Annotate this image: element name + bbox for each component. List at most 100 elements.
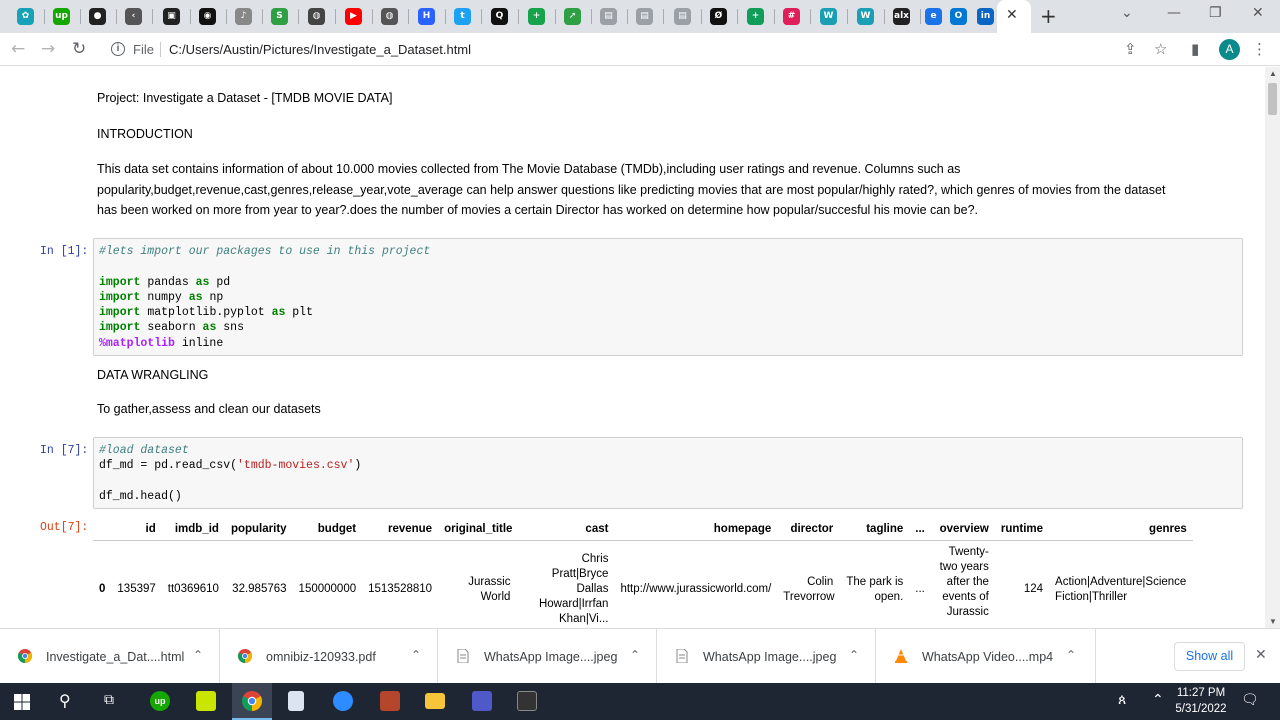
plus-circle-icon[interactable]: + xyxy=(528,8,545,25)
table-header: director xyxy=(777,518,840,541)
clock-time: 11:27 PM xyxy=(1176,687,1226,699)
close-tab-icon[interactable]: ✕ xyxy=(1006,7,1018,23)
intro-heading: INTRODUCTION xyxy=(97,127,193,141)
upwork-taskbar-icon[interactable]: up xyxy=(150,691,170,711)
minimize-icon[interactable]: — xyxy=(1167,5,1181,21)
github-icon[interactable]: ◉ xyxy=(199,8,216,25)
doc-icon[interactable]: ▤ xyxy=(600,8,617,25)
scroll-down-icon[interactable]: ▼ xyxy=(1269,617,1277,626)
scroll-up-icon[interactable]: ▲ xyxy=(1269,69,1277,78)
chevron-up-icon[interactable]: ⌃ xyxy=(1066,648,1076,662)
close-downloads-icon[interactable]: ✕ xyxy=(1255,647,1267,663)
globe-icon[interactable]: ◍ xyxy=(308,8,325,25)
side-panel-icon[interactable]: ▮ xyxy=(1191,40,1199,58)
download-item[interactable]: Investigate_a_Dat....html ⌃ xyxy=(0,629,220,684)
address-bar[interactable]: i File C:/Users/Austin/Pictures/Investig… xyxy=(102,36,1180,63)
notifications-icon[interactable]: 🗨 xyxy=(1241,692,1259,708)
pycharm-icon[interactable] xyxy=(196,691,216,711)
code-cell-1[interactable]: #lets import our packages to use in this… xyxy=(93,238,1243,356)
table-header: cast xyxy=(518,518,615,541)
table-cell: tt0369610 xyxy=(167,583,219,595)
table-cell: Jurassic World xyxy=(468,575,511,603)
linkedin-icon[interactable]: in xyxy=(977,8,994,25)
vertical-scrollbar[interactable]: ▲ ▼ xyxy=(1265,67,1280,628)
alx-icon[interactable]: alx xyxy=(893,8,910,25)
task-view-icon[interactable]: ⧉ xyxy=(104,692,114,708)
hashnode-icon[interactable]: H xyxy=(418,8,435,25)
code-keyword: import xyxy=(99,321,141,335)
winrar-icon[interactable] xyxy=(380,691,400,711)
reload-icon[interactable]: ↻ xyxy=(72,39,86,59)
code-module: matplotlib.pyplot xyxy=(147,306,265,320)
table-header: budget xyxy=(292,518,363,541)
tab-divider xyxy=(737,9,738,24)
chevron-up-icon[interactable]: ⌃ xyxy=(630,648,640,662)
info-icon[interactable]: i xyxy=(111,42,125,56)
chevron-up-icon[interactable]: ⌃ xyxy=(193,648,203,662)
code-block: #lets import our packages to use in this… xyxy=(99,244,430,351)
teal-flower-icon[interactable]: ✿ xyxy=(17,8,34,25)
output-prompt: Out[7]: xyxy=(40,521,89,534)
black-cat-icon[interactable]: ● xyxy=(89,8,106,25)
tab-search-icon[interactable]: ⌄ xyxy=(1121,5,1133,21)
w-icon[interactable]: W xyxy=(857,8,874,25)
zeta-icon[interactable]: Ø xyxy=(710,8,727,25)
new-tab-icon[interactable]: + xyxy=(1040,4,1057,28)
s-icon[interactable]: S xyxy=(271,8,288,25)
zoom-icon[interactable] xyxy=(333,691,353,711)
scrollbar-thumb[interactable] xyxy=(1268,83,1277,115)
table-header: original_title xyxy=(438,518,519,541)
file-explorer-icon[interactable] xyxy=(425,693,445,709)
chrome-taskbar-button[interactable] xyxy=(232,683,272,720)
upwork-icon[interactable]: up xyxy=(53,8,70,25)
show-all-button[interactable]: Show all xyxy=(1174,642,1245,671)
people-icon[interactable]: ጰ xyxy=(1118,692,1126,708)
edge-doc-icon[interactable]: e xyxy=(925,8,942,25)
twitter-icon[interactable]: t xyxy=(454,8,471,25)
sheets-plus-icon[interactable]: + xyxy=(747,8,764,25)
arrow-icon[interactable]: ➚ xyxy=(564,8,581,25)
forward-icon[interactable]: → xyxy=(41,39,55,59)
table-header: tagline xyxy=(839,518,910,541)
terminal-icon[interactable]: ▣ xyxy=(163,8,180,25)
search-q-icon[interactable]: Q xyxy=(491,8,508,25)
download-item[interactable]: WhatsApp Image....jpeg ⌃ xyxy=(657,629,876,684)
tab-divider xyxy=(152,9,153,24)
tab-divider xyxy=(555,9,556,24)
restore-icon[interactable]: ❐ xyxy=(1209,5,1222,21)
system-clock[interactable]: 11:27 PM 5/31/2022 xyxy=(1168,685,1234,717)
download-item[interactable]: WhatsApp Video....mp4 ⌃ xyxy=(876,629,1096,684)
url-text[interactable]: C:/Users/Austin/Pictures/Investigate_a_D… xyxy=(169,42,471,57)
tab-divider xyxy=(116,9,117,24)
outlook-icon[interactable]: O xyxy=(950,8,967,25)
profile-avatar[interactable]: A xyxy=(1219,39,1240,60)
tab-divider xyxy=(335,9,336,24)
windows-start-icon[interactable] xyxy=(14,694,30,710)
chevron-up-icon[interactable]: ⌃ xyxy=(411,648,421,662)
chevron-up-icon[interactable]: ⌃ xyxy=(849,648,859,662)
doc-icon[interactable]: ▤ xyxy=(636,8,653,25)
back-icon[interactable]: ← xyxy=(11,39,25,59)
search-icon[interactable]: ⚲ xyxy=(59,691,71,710)
menu-icon[interactable]: ⋮ xyxy=(1252,40,1267,58)
slack-icon[interactable]: # xyxy=(783,8,800,25)
share-icon[interactable]: ⇪ xyxy=(1124,40,1137,58)
music-icon[interactable]: ♪ xyxy=(235,8,252,25)
bookmark-star-icon[interactable]: ☆ xyxy=(1154,40,1167,58)
code-keyword: as xyxy=(271,306,286,320)
globe-icon[interactable]: ◍ xyxy=(381,8,398,25)
terminal-taskbar-icon[interactable] xyxy=(517,691,537,711)
tray-chevron-icon[interactable]: ⌃ xyxy=(1152,692,1164,708)
download-item[interactable]: WhatsApp Image....jpeg ⌃ xyxy=(438,629,657,684)
table-cell: The park is open. xyxy=(846,575,904,603)
download-item[interactable]: omnibiz-120933.pdf ⌃ xyxy=(220,629,438,684)
notepad-icon[interactable] xyxy=(288,691,304,711)
window-close-icon[interactable]: ✕ xyxy=(1252,5,1264,21)
youtube-icon[interactable]: ▶ xyxy=(345,8,362,25)
table-header: imdb_id xyxy=(161,518,225,541)
code-cell-7[interactable]: #load dataset df_md = pd.read_csv('tmdb-… xyxy=(93,437,1243,509)
doc-icon[interactable]: ▤ xyxy=(674,8,691,25)
w-icon[interactable]: W xyxy=(820,8,837,25)
chevron-left-icon[interactable]: ‹ xyxy=(125,8,142,25)
teams-icon[interactable] xyxy=(472,691,492,711)
